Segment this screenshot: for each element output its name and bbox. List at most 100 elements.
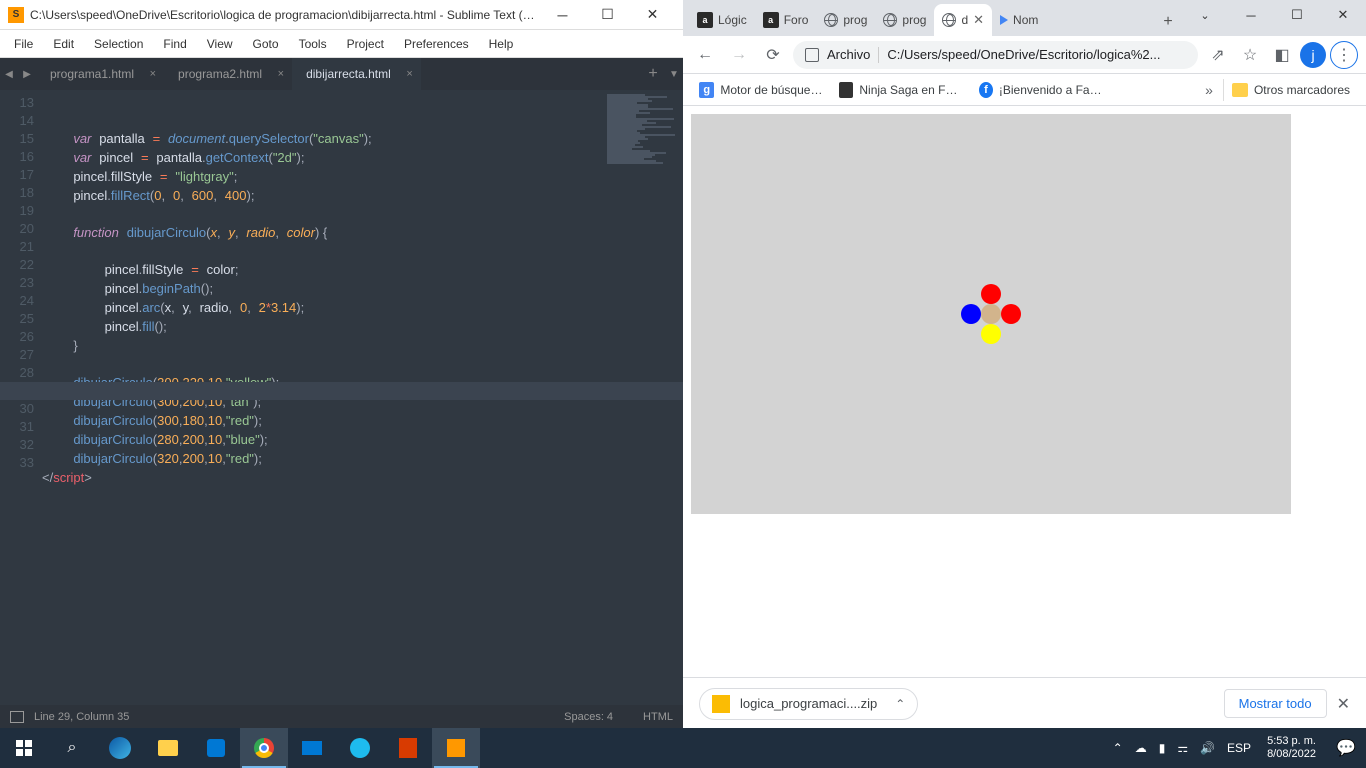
file-tab[interactable]: programa2.html× <box>164 58 292 90</box>
chrome-dropdown-button[interactable]: ⌄ <box>1182 0 1228 30</box>
sublime-titlebar[interactable]: S C:\Users\speed\OneDrive\Escritorio\log… <box>0 0 683 30</box>
store-icon[interactable] <box>192 728 240 768</box>
start-button[interactable] <box>0 728 48 768</box>
menu-help[interactable]: Help <box>479 33 524 55</box>
addr-protocol: Archivo <box>827 47 870 62</box>
volume-icon[interactable]: 🔊 <box>1194 728 1221 768</box>
minimize-button[interactable]: ─ <box>1228 0 1274 30</box>
share-button[interactable]: ⇗ <box>1204 41 1232 69</box>
chrome-taskbar-icon[interactable] <box>240 728 288 768</box>
reload-button[interactable]: ⟳ <box>759 41 787 69</box>
windows-taskbar: ⌕ ⌃ ☁ ▮ ⚎ 🔊 ESP 5:53 p. m. 8/08/2022 💬 <box>0 728 1366 768</box>
menu-preferences[interactable]: Preferences <box>394 33 479 55</box>
new-tab-button[interactable]: + <box>641 65 665 83</box>
wifi-icon[interactable]: ⚎ <box>1171 728 1194 768</box>
tab-close-icon[interactable]: × <box>150 68 156 80</box>
show-all-downloads-button[interactable]: Mostrar todo <box>1224 689 1327 718</box>
facebook-icon: f <box>979 82 993 98</box>
close-button[interactable]: ✕ <box>1320 0 1366 30</box>
menu-find[interactable]: Find <box>153 33 196 55</box>
download-menu-icon[interactable]: ⌃ <box>887 697 905 711</box>
minimize-button[interactable]: ─ <box>540 0 585 30</box>
alura-icon: a <box>763 12 779 28</box>
tab-next-button[interactable]: ▶ <box>18 58 36 90</box>
download-item[interactable]: logica_programaci....zip ⌃ <box>699 688 918 720</box>
menu-file[interactable]: File <box>4 33 43 55</box>
menu-goto[interactable]: Goto <box>243 33 289 55</box>
file-tab[interactable]: dibijarrecta.html× <box>292 58 421 90</box>
cursor-position: Line 29, Column 35 <box>34 711 129 723</box>
office-icon[interactable] <box>384 728 432 768</box>
bookmark-star-button[interactable]: ☆ <box>1236 41 1264 69</box>
file-tab[interactable]: programa1.html× <box>36 58 164 90</box>
tab-dropdown-button[interactable]: ▼ <box>665 69 683 80</box>
language-indicator[interactable]: HTML <box>643 711 673 723</box>
status-icon[interactable] <box>10 711 24 723</box>
chrome-toolbar: ← → ⟳ Archivo C:/Users/speed/OneDrive/Es… <box>683 36 1366 74</box>
address-bar[interactable]: Archivo C:/Users/speed/OneDrive/Escritor… <box>793 41 1198 69</box>
ie-icon[interactable] <box>336 728 384 768</box>
chrome-menu-button[interactable]: ⋮ <box>1330 41 1358 69</box>
google-icon: g <box>699 82 714 98</box>
explorer-icon[interactable] <box>144 728 192 768</box>
addr-path: C:/Users/speed/OneDrive/Escritorio/logic… <box>887 47 1186 62</box>
alura-icon: a <box>697 12 713 28</box>
spaces-indicator[interactable]: Spaces: 4 <box>564 711 613 723</box>
tab-close-icon[interactable]: ✕ <box>973 12 984 28</box>
chrome-titlebar[interactable]: aLógicaForoprogprogd✕Nom + ⌄ ─ ☐ ✕ <box>683 0 1366 36</box>
tab-close-icon[interactable]: × <box>406 68 412 80</box>
maximize-button[interactable]: ☐ <box>1274 0 1320 30</box>
close-button[interactable]: ✕ <box>630 0 675 30</box>
browser-tab[interactable]: aLógic <box>689 4 755 36</box>
sublime-statusbar: Line 29, Column 35 Spaces: 4 HTML <box>0 705 683 729</box>
bookmarks-overflow-button[interactable]: » <box>1199 82 1219 98</box>
canvas-circle <box>981 284 1001 304</box>
globe-icon <box>883 13 897 27</box>
close-download-bar-button[interactable]: ✕ <box>1337 694 1350 714</box>
menu-tools[interactable]: Tools <box>289 33 337 55</box>
folder-icon <box>1232 83 1248 97</box>
play-store-icon <box>1000 15 1008 25</box>
bookmarks-bar: gMotor de búsqued...Ninja Saga en Face..… <box>683 74 1366 106</box>
browser-tab[interactable]: Nom <box>992 4 1046 36</box>
system-tray: ⌃ ☁ ▮ ⚎ 🔊 ESP 5:53 p. m. 8/08/2022 💬 <box>1107 728 1366 768</box>
new-tab-button[interactable]: + <box>1154 8 1182 36</box>
globe-icon <box>942 13 956 27</box>
sublime-taskbar-icon[interactable] <box>432 728 480 768</box>
tab-prev-button[interactable]: ◀ <box>0 58 18 90</box>
browser-tab[interactable]: prog <box>875 4 934 36</box>
canvas-circle <box>1001 304 1021 324</box>
menu-view[interactable]: View <box>197 33 243 55</box>
tab-close-icon[interactable]: × <box>278 68 284 80</box>
menu-project[interactable]: Project <box>337 33 394 55</box>
chrome-window: aLógicaForoprogprogd✕Nom + ⌄ ─ ☐ ✕ ← → ⟳… <box>683 0 1366 729</box>
browser-tab[interactable]: prog <box>816 4 875 36</box>
menu-selection[interactable]: Selection <box>84 33 153 55</box>
bookmark-item[interactable]: Ninja Saga en Face... <box>831 78 971 102</box>
bookmark-item[interactable]: f¡Bienvenido a Faceb... <box>971 78 1111 102</box>
mail-icon[interactable] <box>288 728 336 768</box>
back-button[interactable]: ← <box>691 41 719 69</box>
onedrive-icon[interactable]: ☁ <box>1129 728 1153 768</box>
notifications-button[interactable]: 💬 <box>1326 728 1366 768</box>
clock[interactable]: 5:53 p. m. 8/08/2022 <box>1257 735 1326 761</box>
canvas-output <box>691 114 1291 514</box>
editor-area[interactable]: 1314151617181920212223242526272829303132… <box>0 90 683 705</box>
profile-button[interactable]: j <box>1300 42 1326 68</box>
browser-tab[interactable]: d✕ <box>934 4 992 36</box>
browser-tab[interactable]: aForo <box>755 4 817 36</box>
edge-icon[interactable] <box>96 728 144 768</box>
tray-overflow-button[interactable]: ⌃ <box>1107 728 1129 768</box>
menu-edit[interactable]: Edit <box>43 33 84 55</box>
sublime-title: C:\Users\speed\OneDrive\Escritorio\logic… <box>30 8 540 22</box>
search-button[interactable]: ⌕ <box>48 728 96 768</box>
battery-icon[interactable]: ▮ <box>1153 728 1172 768</box>
maximize-button[interactable]: ☐ <box>585 0 630 30</box>
side-panel-button[interactable]: ◧ <box>1268 41 1296 69</box>
download-filename: logica_programaci....zip <box>740 696 877 711</box>
download-bar: logica_programaci....zip ⌃ Mostrar todo … <box>683 677 1366 729</box>
other-bookmarks-button[interactable]: Otros marcadores <box>1223 79 1358 101</box>
language-indicator[interactable]: ESP <box>1221 728 1257 768</box>
forward-button[interactable]: → <box>725 41 753 69</box>
bookmark-item[interactable]: gMotor de búsqued... <box>691 78 831 102</box>
